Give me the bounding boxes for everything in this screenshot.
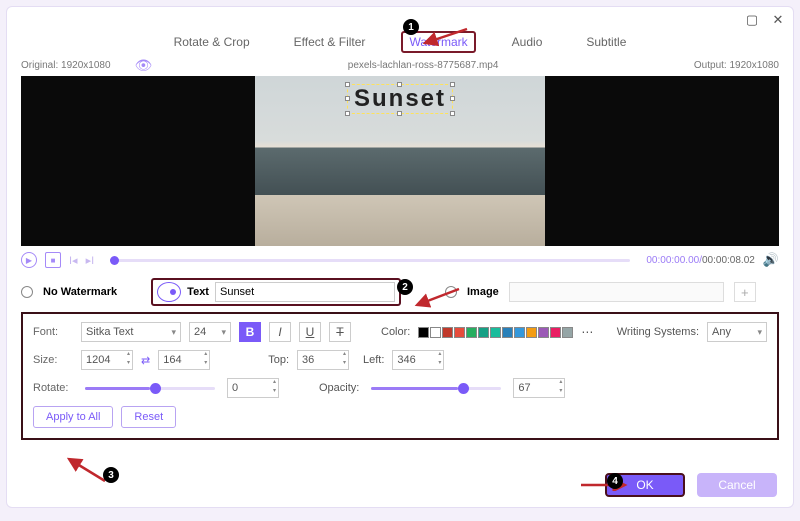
top-label: Top: (268, 354, 289, 366)
stop-button[interactable]: ■ (45, 252, 61, 268)
color-swatch[interactable] (490, 327, 501, 338)
color-swatch[interactable] (562, 327, 573, 338)
width-input[interactable]: 1204 (81, 350, 133, 370)
watermark-text-input[interactable] (215, 282, 395, 302)
left-label: Left: (363, 354, 384, 366)
watermark-image-input[interactable] (509, 282, 724, 302)
volume-icon[interactable]: 🔊 (763, 252, 779, 268)
maximize-button[interactable]: ▢ (745, 13, 759, 27)
playback-controls: ▶ ■ I◂ ▸I 00:00:00.00/00:00:08.02 🔊 (7, 246, 793, 274)
tab-audio[interactable]: Audio (504, 31, 551, 53)
tab-rotate-crop[interactable]: Rotate & Crop (166, 31, 258, 53)
file-info-row: Original: 1920x1080 👁 pexels-lachlan-ros… (7, 53, 793, 76)
rotate-input[interactable]: 0 (227, 378, 279, 398)
color-swatch[interactable] (538, 327, 549, 338)
color-swatch[interactable] (454, 327, 465, 338)
top-input[interactable]: 36 (297, 350, 349, 370)
color-swatch[interactable] (478, 327, 489, 338)
annotation-arrow-1 (421, 25, 471, 49)
annotation-2: 2 (397, 279, 413, 295)
tab-subtitle[interactable]: Subtitle (578, 31, 634, 53)
play-button[interactable]: ▶ (21, 252, 37, 268)
color-swatches (418, 327, 573, 338)
font-family-select[interactable]: Sitka Text (81, 322, 181, 342)
color-swatch[interactable] (502, 327, 513, 338)
reset-button[interactable]: Reset (121, 406, 176, 428)
radio-text[interactable] (157, 282, 181, 302)
opacity-label: Opacity: (319, 382, 359, 394)
watermark-overlay-text: Sunset (354, 85, 446, 112)
original-resolution: Original: 1920x1080 (21, 60, 111, 71)
color-swatch[interactable] (514, 327, 525, 338)
color-label: Color: (381, 326, 410, 338)
writing-systems-select[interactable]: Any (707, 322, 767, 342)
watermark-overlay[interactable]: Sunset (347, 84, 453, 114)
titlebar: ▢ ✕ (7, 7, 793, 33)
filename-label: pexels-lachlan-ross-8775687.mp4 (348, 60, 499, 71)
label-text: Text (187, 286, 209, 298)
annotation-1: 1 (403, 19, 419, 35)
color-swatch[interactable] (466, 327, 477, 338)
rotate-slider[interactable] (85, 387, 215, 390)
radio-no-watermark[interactable] (21, 286, 33, 298)
color-swatch[interactable] (550, 327, 561, 338)
label-no-watermark: No Watermark (43, 286, 117, 298)
add-image-button[interactable]: + (734, 282, 756, 302)
close-button[interactable]: ✕ (771, 13, 785, 27)
cancel-button[interactable]: Cancel (697, 473, 777, 497)
color-swatch[interactable] (442, 327, 453, 338)
tab-effect-filter[interactable]: Effect & Filter (286, 31, 374, 53)
color-swatch[interactable] (526, 327, 537, 338)
timeline-slider[interactable] (110, 259, 630, 262)
font-label: Font: (33, 326, 73, 338)
annotation-arrow-3 (63, 455, 109, 485)
editor-window: ▢ ✕ 1 Rotate & Crop Effect & Filter Wate… (6, 6, 794, 508)
video-preview: Sunset (21, 76, 779, 246)
size-label: Size: (33, 354, 73, 366)
height-input[interactable]: 164 (158, 350, 210, 370)
properties-panel: Font: Sitka Text 24 B I U T Color: ⋯ Wri… (21, 312, 779, 440)
italic-button[interactable]: I (269, 322, 291, 342)
font-size-select[interactable]: 24 (189, 322, 231, 342)
annotation-4: 4 (607, 473, 623, 489)
apply-to-all-button[interactable]: Apply to All (33, 406, 113, 428)
more-colors-button[interactable]: ⋯ (581, 325, 593, 339)
writing-systems-label: Writing Systems: (617, 326, 699, 338)
video-frame[interactable]: Sunset (255, 76, 545, 246)
annotation-3: 3 (103, 467, 119, 483)
opacity-input[interactable]: 67 (513, 378, 565, 398)
rotate-label: Rotate: (33, 382, 73, 394)
preview-toggle-icon[interactable]: 👁 (135, 57, 153, 74)
dialog-footer: OK Cancel (605, 473, 777, 497)
output-resolution: Output: 1920x1080 (694, 60, 779, 71)
color-swatch[interactable] (418, 327, 429, 338)
label-image: Image (467, 286, 499, 298)
link-aspect-icon[interactable]: ⇄ (141, 354, 150, 367)
prev-frame-button[interactable]: I◂ (69, 254, 78, 267)
annotation-arrow-2 (413, 285, 463, 311)
next-frame-button[interactable]: ▸I (86, 254, 95, 267)
text-watermark-group: Text (151, 278, 401, 306)
left-input[interactable]: 346 (392, 350, 444, 370)
color-swatch[interactable] (430, 327, 441, 338)
bold-button[interactable]: B (239, 322, 261, 342)
strikethrough-button[interactable]: T (329, 322, 351, 342)
tab-bar: Rotate & Crop Effect & Filter Watermark … (7, 31, 793, 53)
underline-button[interactable]: U (299, 322, 321, 342)
opacity-slider[interactable] (371, 387, 501, 390)
time-display: 00:00:00.00/00:00:08.02 (646, 255, 754, 266)
